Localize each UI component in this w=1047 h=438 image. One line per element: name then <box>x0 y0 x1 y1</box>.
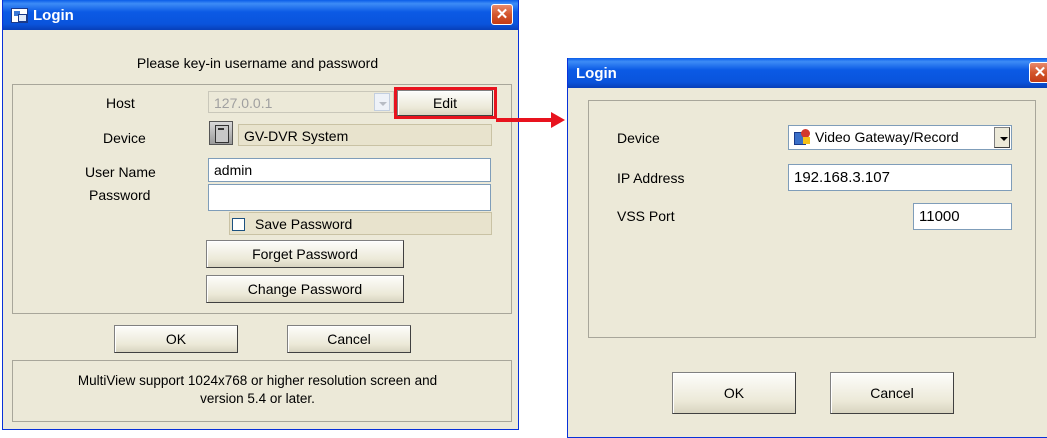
app-window-icon <box>11 8 28 23</box>
note-line-2: version 5.4 or later. <box>200 391 315 406</box>
ok-button-right[interactable]: OK <box>672 372 796 414</box>
video-gateway-icon <box>792 128 812 146</box>
username-label: User Name <box>85 164 156 180</box>
red-arrow <box>551 112 565 128</box>
chevron-down-icon[interactable] <box>994 127 1010 148</box>
close-button-right[interactable]: ✕ <box>1029 62 1047 83</box>
chevron-down-icon[interactable] <box>374 93 390 111</box>
dvr-device-icon <box>209 121 233 145</box>
ip-address-label: IP Address <box>617 170 685 186</box>
close-icon: ✕ <box>495 6 509 23</box>
close-button[interactable]: ✕ <box>491 4 513 25</box>
password-input[interactable] <box>208 184 491 211</box>
window-title-right: Login <box>576 65 617 82</box>
device-label: Device <box>103 130 146 146</box>
window-title: Login <box>33 7 74 24</box>
username-input[interactable] <box>208 158 491 182</box>
device-dropdown[interactable]: Video Gateway/Record <box>788 125 1012 150</box>
forget-password-button[interactable]: Forget Password <box>206 240 404 268</box>
instruction-text: Please key-in username and password <box>136 55 379 71</box>
cancel-button-right[interactable]: Cancel <box>830 372 954 414</box>
title-bar[interactable]: Login ✕ <box>3 0 518 30</box>
cancel-button[interactable]: Cancel <box>287 325 411 353</box>
host-label: Host <box>106 95 135 111</box>
edit-highlight-box <box>394 87 497 119</box>
change-password-button[interactable]: Change Password <box>206 275 404 303</box>
host-dropdown[interactable]: 127.0.0.1 <box>208 91 394 113</box>
login-dialog-right: Login ✕ Device Video Gateway/Record IP A… <box>567 58 1047 438</box>
vss-port-input[interactable] <box>913 203 1012 230</box>
ip-address-input[interactable] <box>788 164 1012 191</box>
login-dialog-left: Login ✕ Please key-in username and passw… <box>2 0 519 430</box>
save-password-label: Save Password <box>255 216 353 232</box>
device-dropdown-value: Video Gateway/Record <box>815 129 959 145</box>
save-password-checkbox[interactable] <box>232 218 245 231</box>
title-bar-right[interactable]: Login ✕ <box>568 58 1047 88</box>
close-icon: ✕ <box>1033 64 1047 81</box>
red-arrow-shaft <box>496 118 552 122</box>
ok-button[interactable]: OK <box>114 325 238 353</box>
device-label-right: Device <box>617 130 660 146</box>
note-line-1: MultiView support 1024x768 or higher res… <box>77 373 438 388</box>
device-field: GV-DVR System <box>238 124 492 146</box>
host-value: 127.0.0.1 <box>214 95 273 111</box>
vss-port-label: VSS Port <box>617 208 675 224</box>
password-label: Password <box>89 187 151 203</box>
device-value: GV-DVR System <box>244 128 349 144</box>
